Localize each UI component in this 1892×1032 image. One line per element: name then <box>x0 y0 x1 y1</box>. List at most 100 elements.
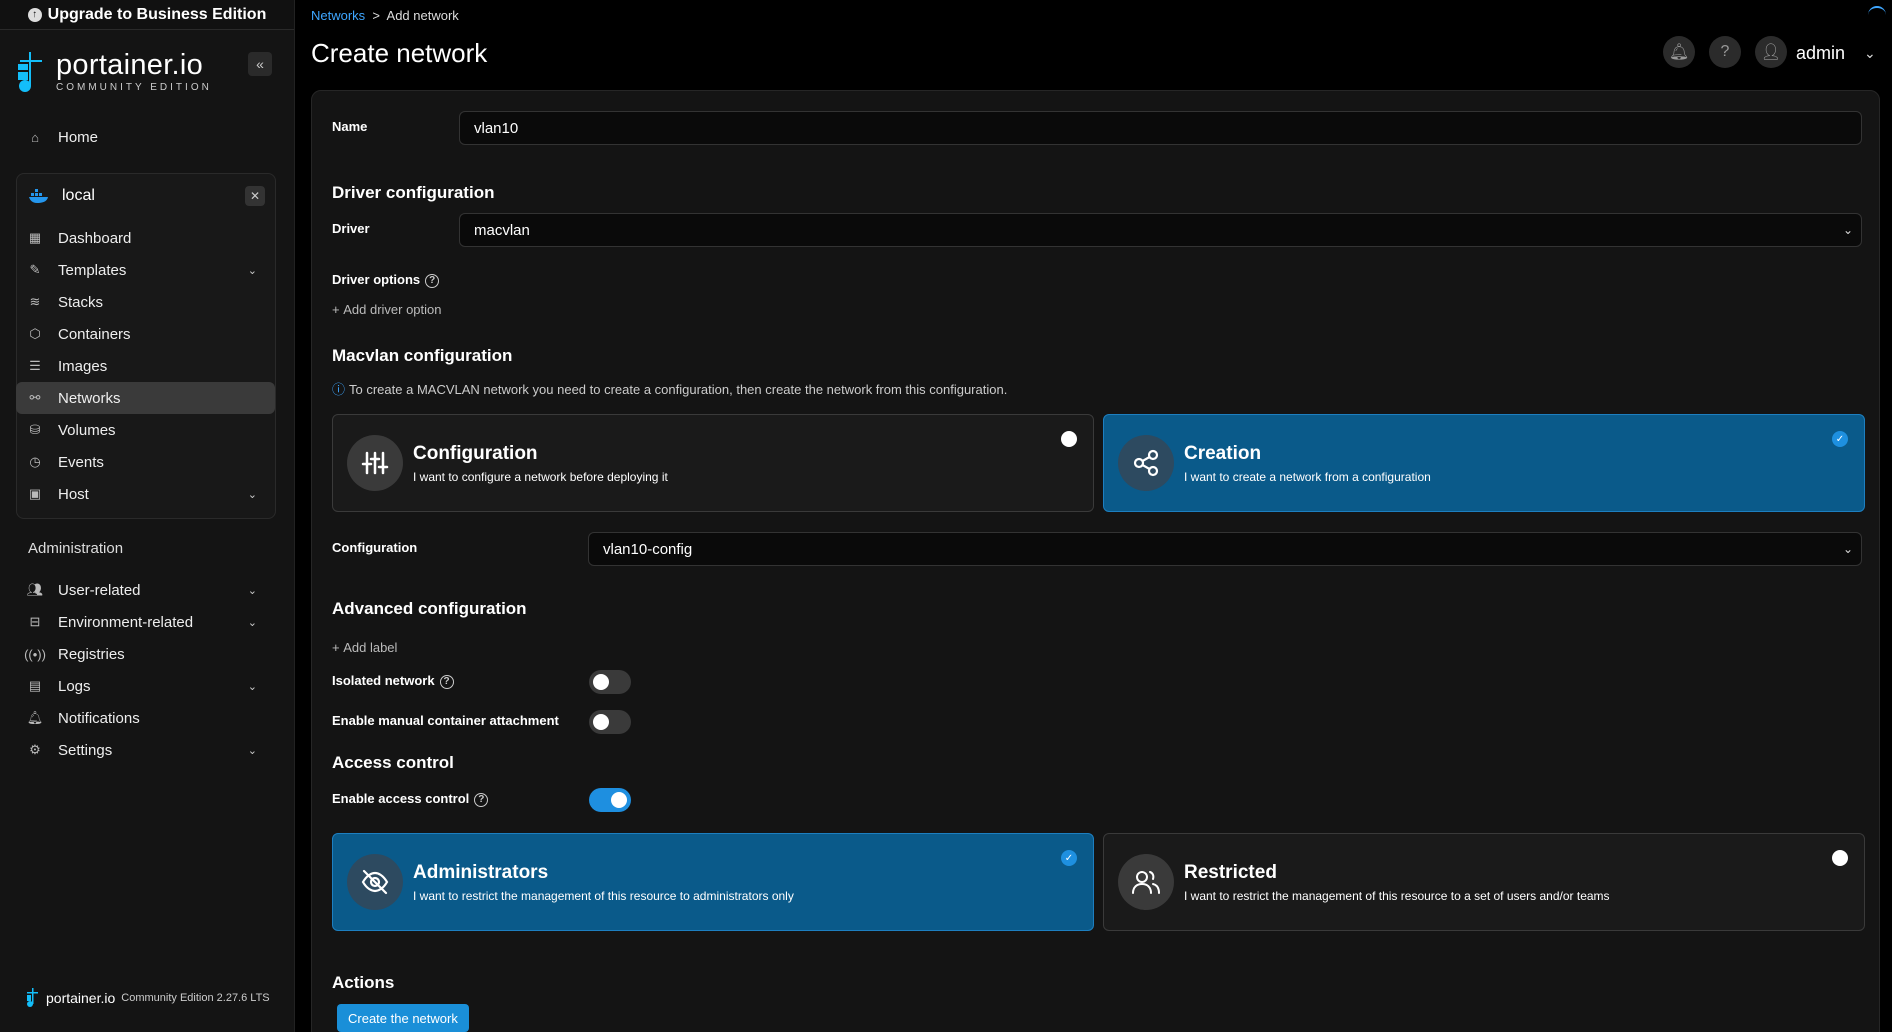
chevron-down-icon: ⌄ <box>1842 542 1853 556</box>
help-icon[interactable]: ? <box>425 273 440 288</box>
portainer-logo-icon <box>18 52 42 92</box>
sidebar-item-label: Logs <box>58 677 91 695</box>
chevron-down-icon[interactable]: ⌄ <box>1864 45 1876 62</box>
help-button[interactable]: ? <box>1709 36 1741 68</box>
restricted-option-card[interactable]: Restricted I want to restrict the manage… <box>1103 833 1865 931</box>
sidebar-item-settings[interactable]: ⚙ Settings ⌄ <box>16 734 275 766</box>
footer-brand: portainer.io Community Edition 2.27.6 LT… <box>26 988 270 1008</box>
sidebar-item-volumes[interactable]: ⛁ Volumes <box>16 414 275 446</box>
close-environment-button[interactable]: ✕ <box>245 186 265 206</box>
sidebar-item-label: Settings <box>58 741 113 759</box>
user-menu-button[interactable]: admin <box>1796 43 1845 64</box>
environment-icon: ⊟ <box>29 614 41 629</box>
name-input[interactable]: vlan10 <box>459 111 1862 145</box>
users-icon: 👥︎ <box>26 582 44 597</box>
check-icon: ✓ <box>1832 431 1848 447</box>
sidebar-item-templates[interactable]: ✎ Templates ⌄ <box>16 254 275 286</box>
plus-icon: + <box>332 640 340 655</box>
advanced-config-heading: Advanced configuration <box>332 599 527 618</box>
sidebar-item-home[interactable]: ⌂ Home <box>16 121 275 153</box>
chevron-down-icon: ⌄ <box>1842 223 1853 237</box>
sidebar-item-environment-related[interactable]: ⊟ Environment-related ⌄ <box>16 606 275 638</box>
registries-icon: ((•)) <box>24 646 46 662</box>
portainer-logo[interactable]: portainer.io COMMUNITY EDITION <box>16 50 212 94</box>
sidebar-item-stacks[interactable]: ≋ Stacks <box>16 286 275 318</box>
footer-version: Community Edition 2.27.6 LTS <box>121 992 270 1004</box>
isolated-network-toggle[interactable] <box>589 670 631 694</box>
sidebar-item-host[interactable]: ▣ Host ⌄ <box>16 478 275 510</box>
info-icon: ⓘ <box>332 382 346 397</box>
sidebar-item-logs[interactable]: ▤ Logs ⌄ <box>16 670 275 702</box>
radio-unselected[interactable] <box>1061 431 1077 447</box>
sidebar-item-containers[interactable]: ⬡ Containers <box>16 318 275 350</box>
upgrade-banner[interactable]: ↑ Upgrade to Business Edition <box>0 0 294 30</box>
sidebar-item-label: Images <box>58 357 108 375</box>
page-title: Create network <box>311 38 488 68</box>
chevron-down-icon: ⌄ <box>247 264 257 277</box>
main-content: Networks > Add network Create network 🔔︎… <box>296 0 1892 1032</box>
sidebar-item-notifications[interactable]: 🔔︎ Notifications <box>16 702 275 734</box>
sidebar-item-label: Home <box>58 128 99 146</box>
home-icon: ⌂ <box>31 129 39 145</box>
notifications-button[interactable]: 🔔︎ <box>1663 36 1695 68</box>
chevron-down-icon: ⌄ <box>247 488 257 501</box>
sidebar-item-user-related[interactable]: 👥︎ User-related ⌄ <box>16 574 275 606</box>
sidebar-item-registries[interactable]: ((•)) Registries <box>16 638 275 670</box>
driver-options-text: Driver options <box>332 272 421 287</box>
networks-icon: ⚯ <box>29 390 41 405</box>
sidebar-item-label: Stacks <box>58 293 104 311</box>
logs-icon: ▤ <box>28 678 42 693</box>
stacks-icon: ≋ <box>29 294 41 309</box>
sidebar-item-events[interactable]: ◷ Events <box>16 446 275 478</box>
sidebar-item-dashboard[interactable]: ▦ Dashboard <box>16 222 275 254</box>
portainer-logo-small-icon <box>27 988 38 1007</box>
radio-unselected[interactable] <box>1832 850 1848 866</box>
configuration-select[interactable]: vlan10-config ⌄ <box>588 532 1862 566</box>
gear-icon: ⚙ <box>29 742 41 757</box>
user-avatar[interactable]: 👤︎ <box>1755 36 1787 68</box>
eye-off-icon <box>347 854 403 910</box>
breadcrumb-link-networks[interactable]: Networks <box>311 8 365 23</box>
templates-icon: ✎ <box>29 262 41 277</box>
sidebar-item-label: Containers <box>58 325 131 343</box>
access-control-text: Enable access control <box>332 791 470 806</box>
access-control-label: Enable access control? <box>332 791 489 807</box>
driver-label: Driver <box>332 221 370 236</box>
chevron-down-icon: ⌄ <box>247 584 257 597</box>
help-icon: ? <box>1720 43 1730 60</box>
manual-attach-toggle[interactable] <box>589 710 631 734</box>
create-network-form: Name vlan10 Driver configuration Driver … <box>311 90 1880 1032</box>
logo-edition: COMMUNITY EDITION <box>56 82 212 93</box>
containers-icon: ⬡ <box>29 326 41 341</box>
creation-option-card[interactable]: Creation I want to create a network from… <box>1103 414 1865 512</box>
images-icon: ☰ <box>29 358 41 373</box>
host-icon: ▣ <box>28 486 42 501</box>
configuration-card-desc: I want to configure a network before dep… <box>413 470 668 484</box>
create-network-button[interactable]: Create the network <box>337 1004 469 1032</box>
help-icon[interactable]: ? <box>474 792 489 807</box>
help-icon[interactable]: ? <box>439 674 454 689</box>
environment-header: local ✕ <box>16 180 275 212</box>
bell-icon: 🔔︎ <box>26 710 44 725</box>
driver-select[interactable]: macvlan ⌄ <box>459 213 1862 247</box>
add-label-button[interactable]: + Add label <box>332 640 397 655</box>
macvlan-info: ⓘ To create a MACVLAN network you need to… <box>332 379 1007 398</box>
administrators-option-card[interactable]: Administrators I want to restrict the ma… <box>332 833 1094 931</box>
add-driver-option-button[interactable]: + Add driver option <box>332 302 442 317</box>
sidebar-item-label: User-related <box>58 581 141 599</box>
creation-card-desc: I want to create a network from a config… <box>1184 470 1431 484</box>
configuration-option-card[interactable]: Configuration I want to configure a netw… <box>332 414 1094 512</box>
restricted-card-desc: I want to restrict the management of thi… <box>1184 889 1610 903</box>
sidebar-item-label: Volumes <box>58 421 116 439</box>
collapse-sidebar-button[interactable]: « <box>248 52 272 76</box>
sidebar-item-networks[interactable]: ⚯ Networks <box>16 382 275 414</box>
dashboard-icon: ▦ <box>28 230 42 245</box>
creation-card-title: Creation <box>1184 443 1262 464</box>
access-control-toggle[interactable] <box>589 788 631 812</box>
volumes-icon: ⛁ <box>29 422 41 437</box>
configuration-value: vlan10-config <box>603 540 693 558</box>
environment-name: local <box>62 187 95 204</box>
docker-icon <box>29 189 48 203</box>
chevron-down-icon: ⌄ <box>247 744 257 757</box>
sidebar-item-images[interactable]: ☰ Images <box>16 350 275 382</box>
